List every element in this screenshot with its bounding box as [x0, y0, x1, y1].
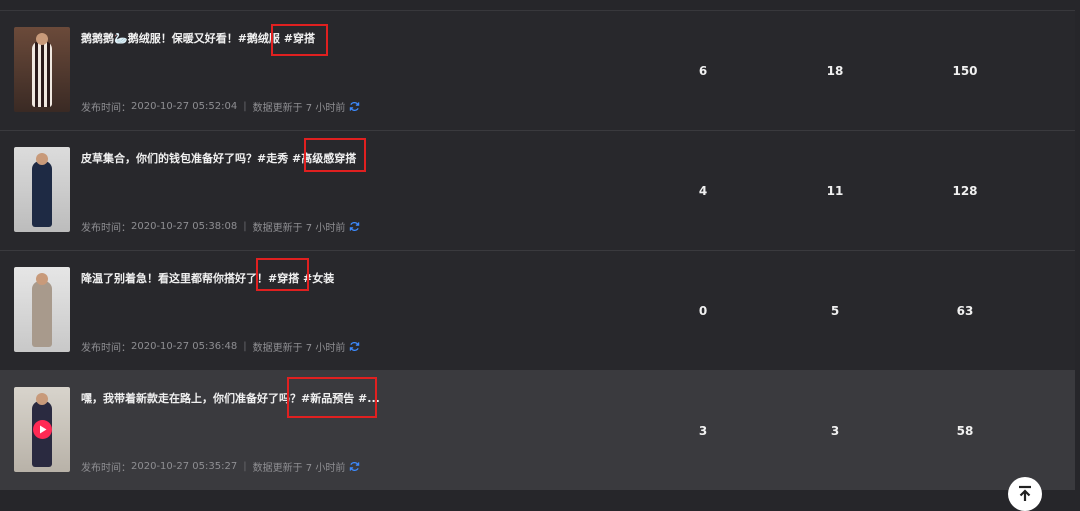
list-item[interactable]: 皮草集合，你们的钱包准备好了吗？#走秀 #高级感穿搭 发布时间： 2020-10… — [0, 131, 1075, 251]
meta-separator: | — [243, 221, 247, 232]
video-thumbnail[interactable] — [14, 387, 70, 472]
video-thumbnail[interactable] — [14, 147, 70, 232]
arrow-up-icon — [1019, 485, 1031, 501]
meta-separator: | — [243, 101, 247, 112]
stat-value: 128 — [952, 184, 978, 198]
update-text: 数据更新于 7 小时前 — [252, 223, 346, 234]
publish-label: 发布时间： — [81, 463, 131, 474]
stat-value: 3 — [830, 424, 840, 438]
refresh-icon[interactable] — [349, 101, 360, 112]
video-thumbnail[interactable] — [14, 27, 70, 112]
publish-label: 发布时间： — [81, 343, 131, 354]
refresh-icon[interactable] — [349, 341, 360, 352]
update-text: 数据更新于 7 小时前 — [252, 463, 346, 474]
list-item[interactable]: 降温了别着急！看这里都帮你搭好了！#穿搭 #女装 发布时间： 2020-10-2… — [0, 251, 1075, 371]
list-item[interactable]: 嘿，我带着新款走在路上，你们准备好了吗？#新品预告 #... 发布时间： 202… — [0, 371, 1075, 490]
video-meta: 发布时间： 2020-10-27 05:38:08 | 数据更新于 7 小时前 — [81, 219, 360, 234]
update-text: 数据更新于 7 小时前 — [252, 343, 346, 354]
refresh-icon[interactable] — [349, 221, 360, 232]
stat-value: 5 — [830, 304, 840, 318]
back-to-top-button[interactable] — [1008, 477, 1042, 511]
publish-time: 2020-10-27 05:35:27 — [131, 461, 238, 472]
video-meta: 发布时间： 2020-10-27 05:35:27 | 数据更新于 7 小时前 — [81, 459, 360, 474]
stat-value: 63 — [956, 304, 974, 318]
publish-time: 2020-10-27 05:36:48 — [131, 341, 238, 352]
list-item[interactable]: 鹅鹅鹅🦢鹅绒服！保暖又好看！#鹅绒服 #穿搭 发布时间： 2020-10-27 … — [0, 11, 1075, 131]
publish-time: 2020-10-27 05:52:04 — [131, 101, 238, 112]
video-meta: 发布时间： 2020-10-27 05:36:48 | 数据更新于 7 小时前 — [81, 339, 360, 354]
meta-separator: | — [243, 341, 247, 352]
highlight-box — [256, 258, 309, 291]
stat-value: 4 — [698, 184, 708, 198]
refresh-icon[interactable] — [349, 461, 360, 472]
highlight-box — [271, 24, 328, 56]
stat-value: 58 — [956, 424, 974, 438]
highlight-box — [304, 138, 366, 172]
video-meta: 发布时间： 2020-10-27 05:52:04 | 数据更新于 7 小时前 — [81, 99, 360, 114]
publish-label: 发布时间： — [81, 103, 131, 114]
video-list: 鹅鹅鹅🦢鹅绒服！保暖又好看！#鹅绒服 #穿搭 发布时间： 2020-10-27 … — [0, 11, 1075, 490]
stat-value: 6 — [698, 64, 708, 78]
meta-separator: | — [243, 461, 247, 472]
stat-value: 18 — [826, 64, 844, 78]
highlight-box — [287, 377, 377, 418]
video-thumbnail[interactable] — [14, 267, 70, 352]
stat-value: 11 — [826, 184, 844, 198]
stat-value: 150 — [952, 64, 978, 78]
stat-value: 3 — [698, 424, 708, 438]
publish-label: 发布时间： — [81, 223, 131, 234]
update-text: 数据更新于 7 小时前 — [252, 103, 346, 114]
publish-time: 2020-10-27 05:38:08 — [131, 221, 238, 232]
play-icon[interactable] — [33, 420, 52, 439]
stat-value: 0 — [698, 304, 708, 318]
